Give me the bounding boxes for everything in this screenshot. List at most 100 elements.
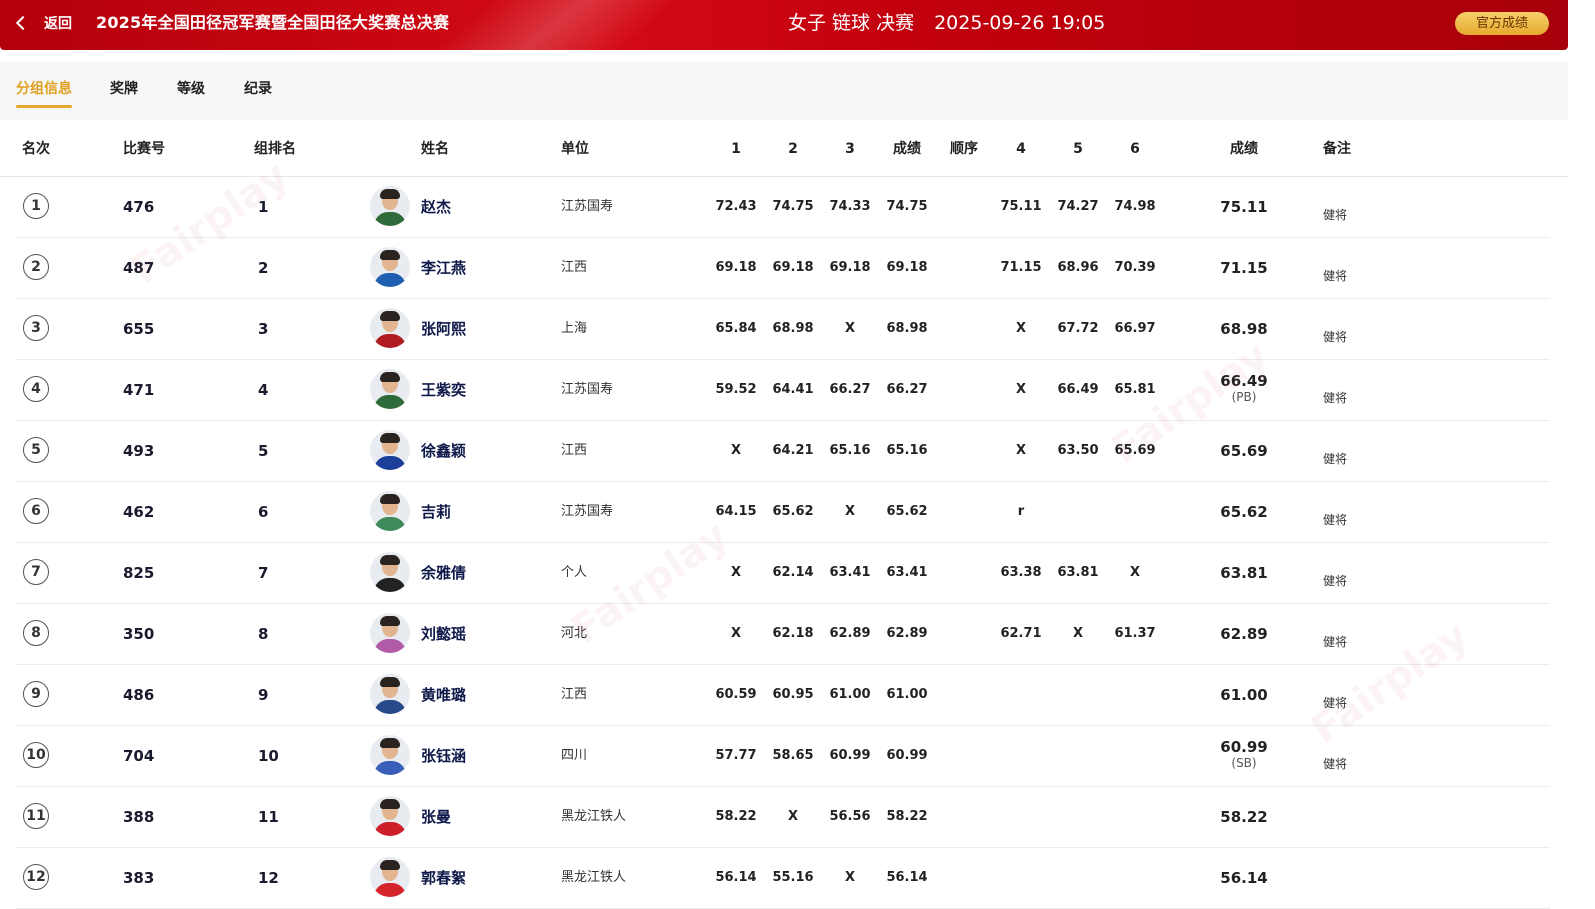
athlete-avatar [370,674,410,714]
table-row[interactable]: 1 476 1 赵杰 江苏国寿 72.43 74.75 74.33 74.75 75.11 74.2… [16,177,1550,238]
trial-t3: 69.18 [829,260,871,275]
grade-note: 健将 [1323,513,1348,527]
athlete-name[interactable]: 王紫奕 [421,360,466,420]
grade-note: 健将 [1323,574,1348,588]
athlete-name[interactable]: 张阿熙 [421,299,466,359]
back-button[interactable]: 返回 [12,0,72,46]
table-row[interactable]: 5 493 5 徐鑫颖 江西 X 64.21 65.16 65.16 X 63.50 65.69 65.… [16,421,1550,482]
avatar-body [374,456,406,470]
table-row[interactable]: 4 471 4 王紫奕 江苏国寿 59.52 64.41 66.27 66.27 X 66.49 65… [16,360,1550,421]
table-row[interactable]: 6 462 6 吉莉 江苏国寿 64.15 65.62 X 65.62 r 65.62 健将 [16,482,1550,543]
table-row[interactable]: 10 704 10 张钰涵 四川 57.77 58.65 60.99 60.99 60.99 (SB… [16,726,1550,787]
athlete-name[interactable]: 郭春絮 [421,848,466,908]
trial-t5: 66.49 [1057,382,1099,397]
col-result: 成绩 [1230,141,1258,157]
avatar-body [374,212,406,226]
result-value: 65.62 [1220,503,1268,521]
group-rank: 10 [258,747,279,765]
trial-t3: 61.00 [829,687,871,702]
athlete-name[interactable]: 徐鑫颖 [421,421,466,481]
trial-t2: 69.18 [772,260,814,275]
athlete-unit: 江苏国寿 [561,382,614,397]
trial-t3: X [844,321,856,336]
trial-t6: 66.97 [1114,321,1156,336]
avatar-hair [380,250,400,260]
group-rank: 11 [258,808,279,826]
athlete-name[interactable]: 张曼 [421,787,451,847]
trial-t4: 75.11 [1000,199,1042,214]
athlete-name[interactable]: 余雅倩 [421,543,466,603]
athlete-name[interactable]: 张钰涵 [421,726,466,786]
trial-t4: X [1015,443,1027,458]
table-row[interactable]: 7 825 7 余雅倩 个人 X 62.14 63.41 63.41 63.38 63.81 X 63.… [16,543,1550,604]
athlete-avatar [370,613,410,653]
trial-t3: 65.16 [829,443,871,458]
official-results-button[interactable]: 官方成绩 [1455,12,1549,35]
rank-badge: 2 [23,254,49,280]
table-header: 名次 比赛号 组排名 姓名 单位 1 2 3 成绩 顺序 4 5 6 成绩 备注 [0,122,1568,177]
col-trial-3: 3 [845,141,855,157]
tab-bar: 分组信息 奖牌 等级 纪录 [0,62,1568,120]
trial-best3: 60.99 [886,748,928,763]
trial-t4: X [1015,321,1027,336]
athlete-name[interactable]: 黄唯璐 [421,665,466,725]
bib-number: 462 [123,503,155,521]
grade-note: 健将 [1323,452,1348,466]
avatar-body [374,822,406,836]
bib-number: 493 [123,442,155,460]
bib-number: 388 [123,808,155,826]
back-label: 返回 [44,16,72,32]
trial-t1: 56.14 [715,870,757,885]
result-value: 60.99 [1220,738,1268,756]
competition-title: 2025年全国田径冠军赛暨全国田径大奖赛总决赛 [96,13,450,32]
trial-t6: 74.98 [1114,199,1156,214]
col-rank: 名次 [22,141,50,157]
table-row[interactable]: 2 487 2 李江燕 江西 69.18 69.18 69.18 69.18 71.15 68.96… [16,238,1550,299]
chevron-left-icon [15,15,31,31]
table-row[interactable]: 12 383 12 郭春絮 黑龙江铁人 56.14 55.16 X 56.14 56.14 [16,848,1550,909]
tab-medals[interactable]: 奖牌 [110,78,138,98]
tab-group-info[interactable]: 分组信息 [16,78,72,108]
tab-records[interactable]: 纪录 [244,78,272,98]
athlete-name[interactable]: 吉莉 [421,482,451,542]
group-rank: 5 [258,442,269,460]
trial-t1: 60.59 [715,687,757,702]
trial-t6: 65.69 [1114,443,1156,458]
athlete-name[interactable]: 赵杰 [421,177,451,237]
table-row[interactable]: 9 486 9 黄唯璐 江西 60.59 60.95 61.00 61.00 61.00 健将 [16,665,1550,726]
result-tag: (PB) [1231,390,1257,404]
table-row[interactable]: 8 350 8 刘懿瑶 河北 X 62.18 62.89 62.89 62.71 X 61.37 62.… [16,604,1550,665]
group-rank: 8 [258,625,269,643]
avatar-body [374,273,406,287]
trial-t2: 62.18 [772,626,814,641]
result-value: 68.98 [1220,320,1268,338]
trial-t2: 55.16 [772,870,814,885]
tab-levels[interactable]: 等级 [177,78,205,98]
final-result: 58.22 [1220,787,1267,847]
avatar-body [374,334,406,348]
grade-note: 健将 [1323,208,1348,222]
rank-badge: 1 [23,193,49,219]
table-row[interactable]: 3 655 3 张阿熙 上海 65.84 68.98 X 68.98 X 67.72 66.97 68.… [16,299,1550,360]
athlete-unit: 江苏国寿 [561,199,614,214]
group-rank: 2 [258,259,269,277]
athlete-name[interactable]: 刘懿瑶 [421,604,466,664]
top-bar: 返回 2025年全国田径冠军赛暨全国田径大奖赛总决赛 女子 链球 决赛 2025-… [0,0,1568,50]
table-row[interactable]: 11 388 11 张曼 黑龙江铁人 58.22 X 56.56 58.22 58.22 [16,787,1550,848]
trial-t3: X [844,870,856,885]
avatar-hair [380,555,400,565]
trial-t5: 63.50 [1057,443,1099,458]
trial-t5: X [1072,626,1084,641]
bib-number: 383 [123,869,155,887]
result-value: 63.81 [1220,564,1268,582]
athlete-name[interactable]: 李江燕 [421,238,466,298]
athlete-avatar [370,308,410,348]
trial-best3: 66.27 [886,382,928,397]
trial-t2: 60.95 [772,687,814,702]
trial-t6: 70.39 [1114,260,1156,275]
trial-best3: 65.62 [886,504,928,519]
group-rank: 3 [258,320,269,338]
event-name: 女子 链球 决赛 [788,12,915,34]
group-rank: 6 [258,503,269,521]
grade-note: 健将 [1323,757,1348,771]
